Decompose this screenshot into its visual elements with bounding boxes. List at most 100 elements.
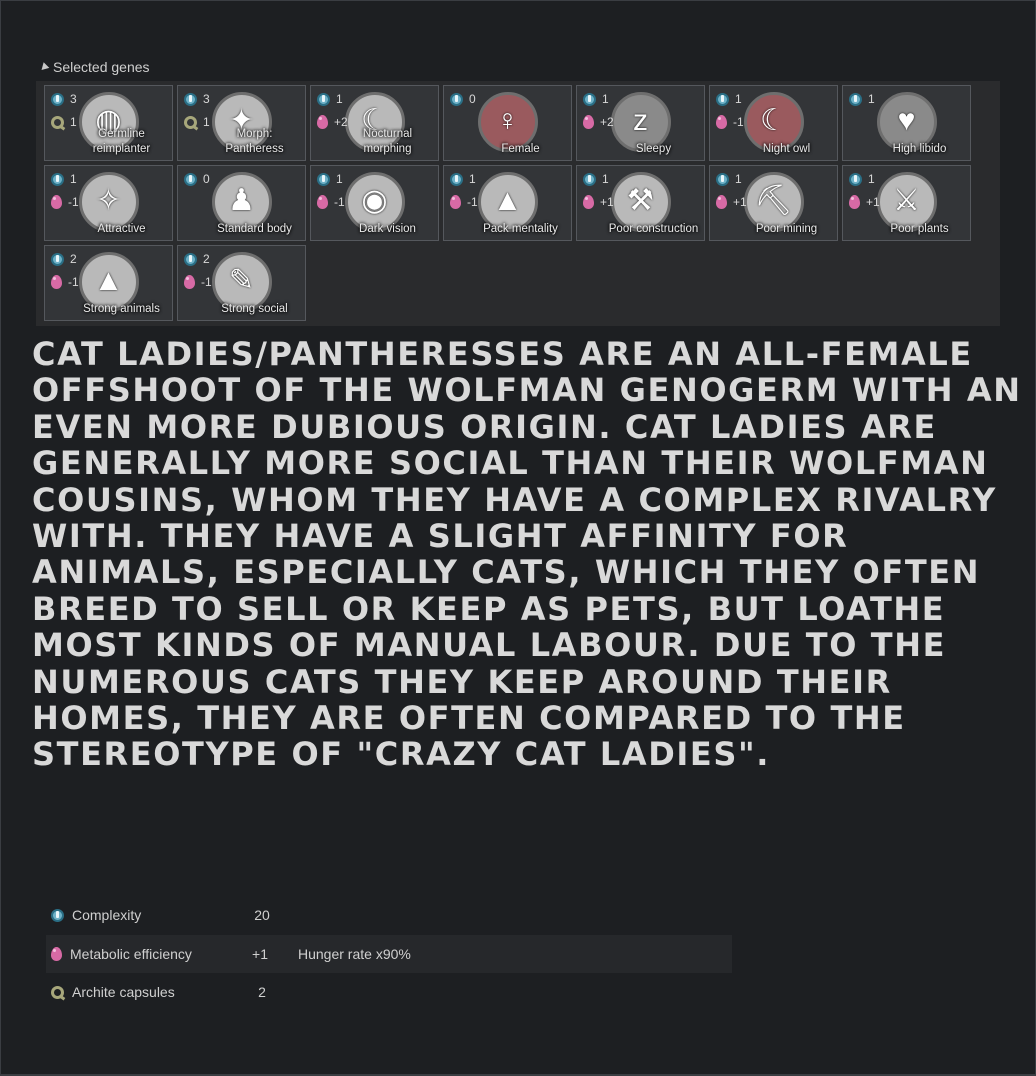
collapse-triangle-icon[interactable] [38, 62, 50, 73]
metabolic-row: Metabolic efficiency +1 Hunger rate x90% [46, 934, 732, 973]
gene-label: Strong social [221, 303, 288, 315]
gene-card[interactable]: ♟ 0 Standard body [177, 165, 306, 241]
complexity-value: 20 [254, 907, 270, 924]
gene-complexity-value: 1 [735, 172, 742, 186]
gene-second-value: -1 [334, 195, 345, 209]
gene-glyph-icon: ♥ [897, 104, 916, 137]
complexity-icon [51, 172, 64, 186]
gene-grid: ◍ 3 1 Germline reimplanter ✦ 3 1 Morph: Panther… [44, 85, 971, 321]
gene-complexity-value: 1 [469, 172, 476, 186]
gene-card[interactable]: ▲ 1 -1 Pack mentality [443, 165, 572, 241]
gene-second-value: +1 [600, 195, 614, 209]
metabolic-icon [184, 275, 195, 289]
gene-complexity: 0 [184, 172, 210, 186]
gene-metabolic: +2 [583, 115, 614, 129]
gene-complexity: 1 [317, 92, 343, 106]
gene-card[interactable]: ⚒ 1 +1 Poor construction [576, 165, 705, 241]
complexity-icon [849, 92, 862, 106]
gene-card[interactable]: ▲ 2 -1 Strong animals [44, 245, 173, 321]
gene-card[interactable]: ◉ 1 -1 Dark vision [310, 165, 439, 241]
complexity-icon [317, 172, 330, 186]
complexity-icon [450, 172, 463, 186]
gene-glyph-icon: ⛏ [754, 184, 793, 217]
hunger-rate-text: Hunger rate x90% [298, 945, 411, 962]
gene-glyph-icon: ♟ [228, 184, 255, 217]
gene-second-value: -1 [68, 195, 79, 209]
gene-complexity-value: 1 [336, 92, 343, 106]
gene-label: Night owl [762, 143, 811, 155]
gene-complexity: 3 [51, 92, 77, 106]
gene-card[interactable]: ◍ 3 1 Germline reimplanter [44, 85, 173, 161]
gene-complexity-value: 3 [203, 92, 210, 106]
complexity-icon [583, 92, 596, 106]
gene-complexity: 1 [583, 172, 609, 186]
gene-second-value: +1 [866, 195, 880, 209]
gene-card[interactable]: ☾ 1 +2 Nocturnal morphing [310, 85, 439, 161]
gene-glyph-icon: ⚒ [627, 184, 654, 217]
gene-label: High libido [892, 143, 947, 155]
gene-complexity-value: 1 [70, 172, 77, 186]
archite-value: 2 [258, 984, 266, 1001]
complexity-icon [184, 172, 197, 186]
metabolic-icon [849, 195, 860, 209]
gene-label: Attractive [97, 223, 146, 235]
gene-complexity-value: 1 [336, 172, 343, 186]
complexity-label: Complexity [72, 907, 142, 924]
gene-label: Poor plants [890, 223, 949, 235]
archite-label: Archite capsules [72, 984, 175, 1001]
complexity-icon [51, 252, 64, 266]
gene-metabolic: +1 [716, 195, 747, 209]
gene-glyph-icon: ▲ [492, 184, 523, 217]
complexity-icon [849, 172, 862, 186]
gene-card[interactable]: ✎ 2 -1 Strong social [177, 245, 306, 321]
xenotype-description: Cat Ladies/Pantheresses are an all-femal… [32, 335, 1022, 774]
gene-second-value: -1 [467, 195, 478, 209]
metabolic-icon [51, 195, 62, 209]
gene-metabolic: +1 [583, 195, 614, 209]
metabolic-value: +1 [252, 945, 268, 962]
gene-label: Germline reimplanter [92, 128, 151, 155]
metabolic-icon [716, 195, 727, 209]
gene-complexity: 1 [317, 172, 343, 186]
gene-complexity: 1 [849, 92, 875, 106]
gene-metabolic: -1 [51, 275, 79, 289]
gene-complexity-value: 1 [868, 92, 875, 106]
gene-card[interactable]: ✦ 3 1 Morph: Pantheress [177, 85, 306, 161]
metabolic-icon [583, 115, 594, 129]
gene-card[interactable]: z 1 +2 Sleepy [576, 85, 705, 161]
gene-second-value: -1 [733, 115, 744, 129]
gene-complexity-value: 1 [868, 172, 875, 186]
gene-card[interactable]: ⛏ 1 +1 Poor mining [709, 165, 838, 241]
gene-card[interactable]: ⚔ 1 +1 Poor plants [842, 165, 971, 241]
gene-glyph-icon: ◉ [361, 184, 388, 217]
gene-complexity-value: 0 [203, 172, 210, 186]
gene-complexity: 1 [450, 172, 476, 186]
gene-metabolic: -1 [51, 195, 79, 209]
gene-second-value: -1 [68, 275, 79, 289]
gene-complexity: 2 [51, 252, 77, 266]
gene-complexity-value: 1 [735, 92, 742, 106]
gene-card[interactable]: ♥ 1 High libido [842, 85, 971, 161]
stats-table: Complexity 20 Metabolic efficiency +1 Hu… [46, 896, 732, 1012]
gene-metabolic: -1 [450, 195, 478, 209]
gene-complexity-value: 1 [602, 172, 609, 186]
archite-icon [51, 985, 64, 999]
gene-complexity-value: 2 [70, 252, 77, 266]
gene-card[interactable]: ♀ 0 Female [443, 85, 572, 161]
gene-glyph-icon: ☾ [760, 104, 787, 137]
gene-complexity: 0 [450, 92, 476, 106]
archite-row: Archite capsules 2 [46, 973, 732, 1012]
gene-complexity: 1 [716, 172, 742, 186]
complexity-icon [184, 92, 197, 106]
gene-complexity: 2 [184, 252, 210, 266]
selected-genes-panel: ◍ 3 1 Germline reimplanter ✦ 3 1 Morph: Panther… [36, 81, 1000, 326]
gene-glyph-icon: ♀ [496, 104, 519, 137]
gene-card[interactable]: ✧ 1 -1 Attractive [44, 165, 173, 241]
gene-label: Standard body [217, 223, 292, 235]
gene-complexity: 1 [51, 172, 77, 186]
complexity-icon [51, 92, 64, 106]
gene-card[interactable]: ☾ 1 -1 Night owl [709, 85, 838, 161]
gene-complexity-value: 0 [469, 92, 476, 106]
selected-genes-header[interactable]: Selected genes [38, 59, 150, 75]
gene-metabolic: -1 [716, 115, 744, 129]
